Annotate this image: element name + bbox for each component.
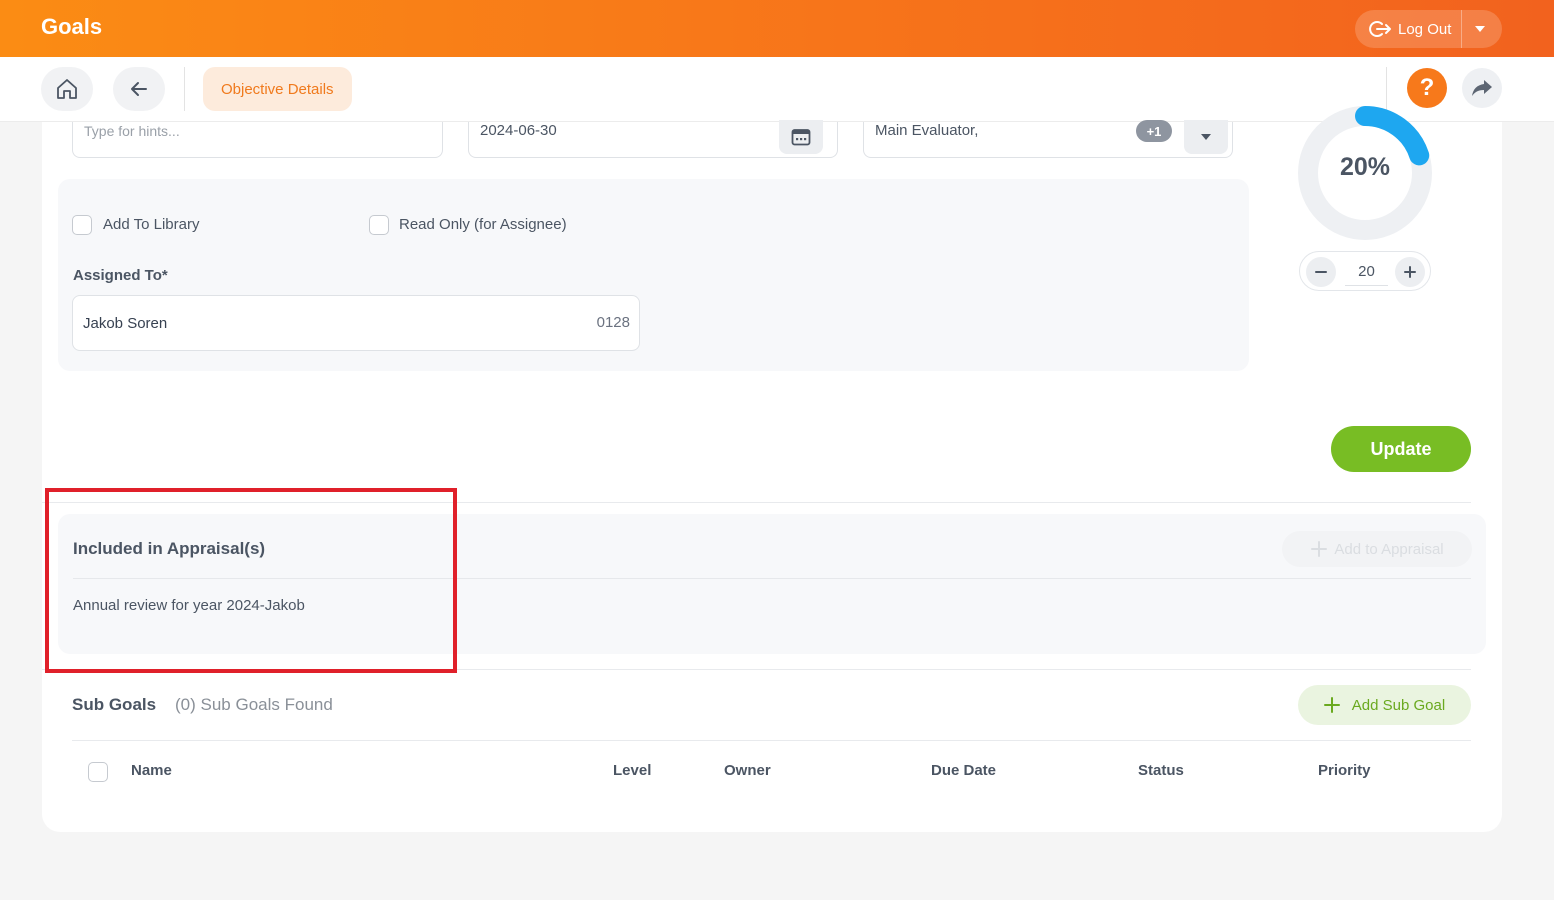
select-all-checkbox[interactable] [88, 762, 108, 782]
caret-down-icon [1475, 26, 1486, 32]
column-header-name[interactable]: Name [131, 762, 172, 779]
due-date-value: 2024-06-30 [480, 122, 557, 139]
progress-percent: 20% [1339, 153, 1391, 181]
chevron-down-icon [1201, 134, 1211, 140]
add-sub-goal-button[interactable]: Add Sub Goal [1298, 685, 1471, 725]
minus-icon [1315, 271, 1327, 273]
assignee-field[interactable]: Jakob Soren 0128 [72, 295, 640, 351]
evaluator-dropdown-button[interactable] [1184, 120, 1228, 154]
logout-icon [1369, 21, 1391, 37]
assignee-name: Jakob Soren [83, 315, 168, 332]
read-only-checkbox[interactable] [369, 215, 389, 235]
evaluator-value: Main Evaluator, [875, 122, 979, 139]
arrow-left-icon [131, 82, 147, 96]
sub-goals-title: Sub Goals [72, 695, 157, 714]
progress-stepper: 20 [1299, 251, 1431, 291]
increment-button[interactable] [1395, 257, 1425, 287]
hints-placeholder: Type for hints... [84, 123, 180, 139]
column-header-owner[interactable]: Owner [724, 762, 771, 779]
progress-value-input[interactable]: 20 [1345, 258, 1388, 286]
table-header-divider [72, 740, 1471, 741]
add-sub-goal-label: Add Sub Goal [1351, 696, 1446, 714]
share-icon [1472, 80, 1492, 96]
plus-icon [1311, 541, 1328, 557]
evaluator-count-badge: +1 [1136, 120, 1172, 142]
column-header-due-date[interactable]: Due Date [931, 762, 996, 779]
sub-goals-count: (0) Sub Goals Found [175, 695, 333, 714]
logout-button[interactable]: Log Out [1355, 10, 1461, 48]
add-to-appraisal-label: Add to Appraisal [1334, 540, 1444, 558]
hints-input[interactable]: Type for hints... [72, 122, 443, 158]
share-button[interactable] [1462, 68, 1502, 108]
logout-label: Log Out [1398, 20, 1452, 38]
home-button[interactable] [41, 67, 93, 111]
goal-options-panel: Add To Library Read Only (for Assignee) … [58, 179, 1249, 371]
calendar-icon [791, 129, 811, 146]
column-header-status[interactable]: Status [1138, 762, 1184, 779]
evaluator-select[interactable]: Main Evaluator, +1 [863, 120, 1233, 158]
home-icon [57, 79, 77, 99]
plus-icon [1404, 266, 1416, 278]
goal-detail-card: Type for hints... 2024-06-30 Main Evalua… [42, 106, 1502, 832]
column-header-priority[interactable]: Priority [1318, 762, 1371, 779]
add-to-appraisal-button[interactable]: Add to Appraisal [1282, 531, 1472, 567]
back-button[interactable] [113, 67, 165, 111]
toolbar-divider [184, 67, 185, 111]
assignee-id: 0128 [596, 314, 630, 331]
breadcrumb-objective-details[interactable]: Objective Details [203, 67, 352, 111]
highlight-annotation-box [45, 488, 457, 673]
add-to-library-label: Add To Library [103, 216, 200, 233]
app-header: Goals Log Out [0, 0, 1554, 57]
logout-menu-toggle[interactable] [1462, 10, 1498, 48]
decrement-button[interactable] [1306, 257, 1336, 287]
read-only-label: Read Only (for Assignee) [399, 216, 567, 233]
update-button[interactable]: Update [1331, 426, 1471, 472]
plus-icon [1323, 697, 1340, 713]
column-header-level[interactable]: Level [613, 762, 651, 779]
date-picker-button[interactable] [779, 120, 823, 154]
progress-arc [1355, 106, 1430, 166]
due-date-field[interactable]: 2024-06-30 [468, 120, 838, 158]
help-button[interactable]: ? [1407, 68, 1447, 108]
add-to-library-checkbox[interactable] [72, 215, 92, 235]
logout-group: Log Out [1355, 10, 1502, 48]
assigned-to-label: Assigned To* [73, 267, 168, 284]
app-title: Goals [41, 14, 103, 39]
